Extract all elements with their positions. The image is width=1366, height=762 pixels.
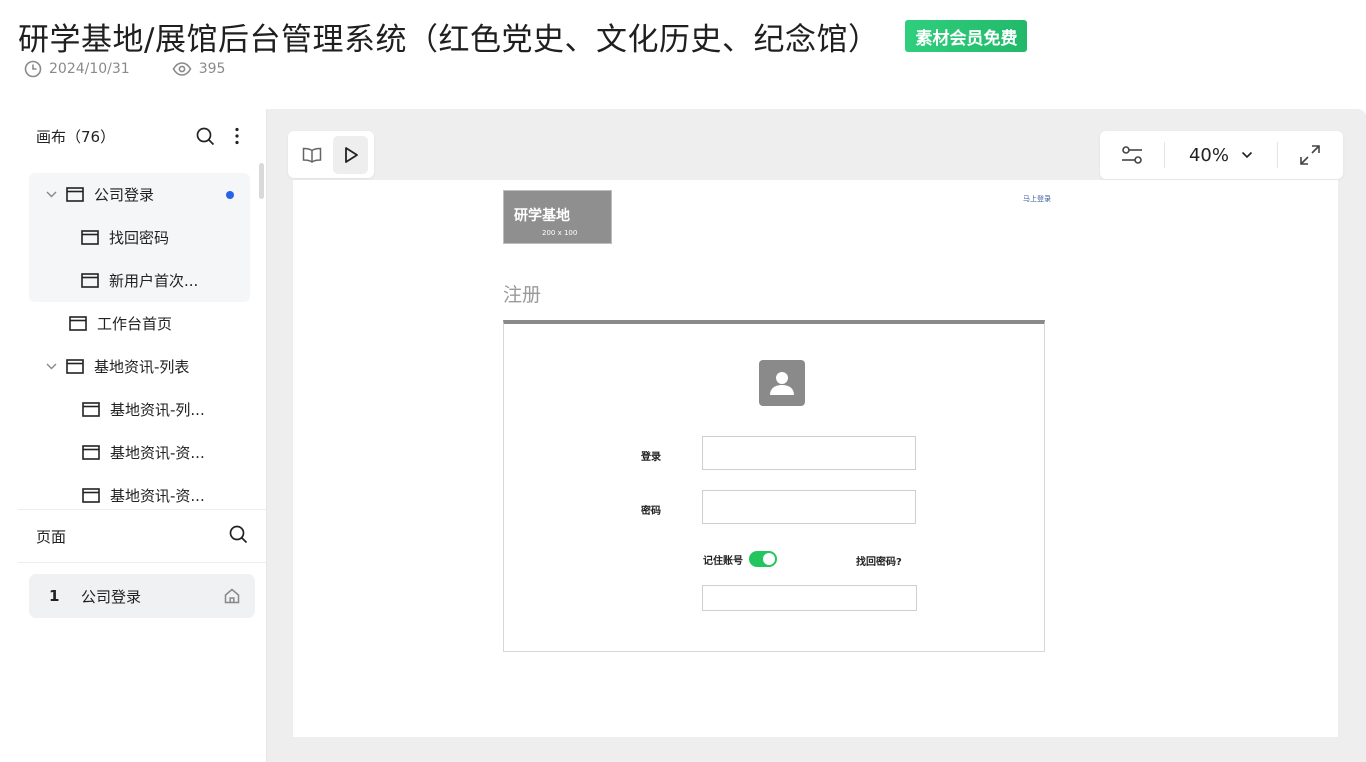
- page-icon: [66, 359, 84, 374]
- clock-icon: [24, 60, 42, 78]
- meta-row: 2024/10/31 395: [24, 60, 267, 78]
- search-icon: [229, 525, 248, 543]
- zoom-select[interactable]: 40%: [1165, 131, 1277, 179]
- home-icon[interactable]: [223, 587, 241, 605]
- tree-item-base-news-3[interactable]: 基地资讯-资...: [18, 474, 266, 509]
- views-meta: 395: [172, 61, 226, 77]
- member-free-badge[interactable]: 素材会员免费: [905, 20, 1028, 52]
- tree-item-base-news-1[interactable]: 基地资讯-列...: [18, 388, 266, 431]
- tree-item-label: 新用户首次...: [109, 272, 199, 290]
- page-icon: [69, 316, 87, 331]
- search-canvas-button[interactable]: [194, 125, 216, 147]
- view-settings-toolbar: 40%: [1100, 131, 1343, 179]
- eye-icon: [172, 62, 192, 76]
- page-row-company-login[interactable]: 1 公司登录: [29, 574, 255, 618]
- tree-item-label: 公司登录: [94, 186, 155, 204]
- tree-item-base-news-2[interactable]: 基地资讯-资...: [18, 431, 266, 474]
- book-view-button[interactable]: [294, 136, 329, 174]
- title-row: 研学基地/展馆后台管理系统（红色党史、文化历史、纪念馆） 素材会员免费: [18, 14, 1028, 58]
- logo-size: 200 x 100: [542, 229, 578, 237]
- publish-date: 2024/10/31: [49, 61, 130, 77]
- tree-item-label: 基地资讯-资...: [110, 487, 205, 505]
- search-pages-button[interactable]: [229, 525, 248, 548]
- tree-item-label: 基地资讯-资...: [110, 444, 205, 462]
- pages-label: 页面: [36, 527, 67, 546]
- sliders-icon: [1122, 146, 1142, 164]
- preview-stage: 40% 研学基地 200 x 100 马上登录 注册 登录 密码 记住账号 找回…: [267, 109, 1366, 762]
- tree-group-company-login: 公司登录 找回密码 新用户首次...: [29, 173, 250, 302]
- active-dot: [226, 191, 234, 199]
- chevron-down-icon: [1241, 151, 1253, 159]
- remember-toggle[interactable]: [749, 551, 777, 567]
- expand-icon: [1300, 145, 1320, 165]
- tree-item-find-password[interactable]: 找回密码: [29, 216, 250, 259]
- adjust-settings-button[interactable]: [1100, 131, 1164, 179]
- date-meta: 2024/10/31: [24, 60, 130, 78]
- avatar: [759, 360, 805, 406]
- page-title: 研学基地/展馆后台管理系统（红色党史、文化历史、纪念馆）: [18, 21, 880, 58]
- remember-label: 记住账号: [703, 555, 743, 567]
- page-icon: [81, 273, 99, 288]
- submit-button[interactable]: [702, 585, 917, 611]
- fullscreen-button[interactable]: [1278, 131, 1342, 179]
- page-icon: [82, 402, 100, 417]
- chevron-down-icon[interactable]: [44, 363, 58, 370]
- search-icon: [196, 127, 214, 145]
- tree-item-company-login[interactable]: 公司登录: [29, 173, 250, 216]
- login-input[interactable]: [702, 436, 916, 470]
- tree-item-workbench[interactable]: 工作台首页: [18, 302, 266, 345]
- canvas-tree: 公司登录 找回密码 新用户首次... 工作台首页 基地资讯-列表 基地资讯-列.…: [18, 163, 266, 509]
- login-label: 登录: [641, 452, 661, 463]
- page-icon: [82, 445, 100, 460]
- view-mode-toolbar: [288, 131, 374, 178]
- register-form: 登录 密码 记住账号 找回密码?: [503, 320, 1045, 652]
- page-icon: [66, 187, 84, 202]
- login-now-link[interactable]: 马上登录: [1023, 194, 1051, 204]
- tree-item-base-news-list[interactable]: 基地资讯-列表: [18, 345, 266, 388]
- register-title: 注册: [503, 284, 542, 306]
- view-count: 395: [198, 61, 226, 77]
- more-options-button[interactable]: [226, 125, 248, 147]
- canvas-count-label: 画布（76）: [36, 127, 116, 146]
- password-label: 密码: [641, 506, 661, 517]
- password-input[interactable]: [702, 490, 916, 524]
- page-icon: [81, 230, 99, 245]
- page-label: 公司登录: [81, 587, 142, 606]
- forgot-password-link[interactable]: 找回密码?: [856, 553, 902, 568]
- tree-item-label: 工作台首页: [97, 315, 173, 333]
- canvas-list-header: 画布（76）: [18, 109, 266, 163]
- logo-title: 研学基地: [514, 208, 570, 224]
- page-number: 1: [49, 587, 60, 605]
- page-icon: [82, 488, 100, 503]
- chevron-down-icon[interactable]: [44, 191, 58, 198]
- remember-account: 记住账号: [703, 551, 777, 567]
- zoom-value: 40%: [1188, 144, 1229, 166]
- logo-placeholder: 研学基地 200 x 100: [503, 190, 612, 244]
- tree-item-label: 找回密码: [109, 229, 170, 247]
- tree-item-label: 基地资讯-列...: [110, 401, 205, 419]
- book-open-icon: [302, 147, 321, 163]
- play-icon: [344, 146, 358, 163]
- user-icon: [770, 372, 794, 395]
- tree-item-label: 基地资讯-列表: [94, 358, 190, 376]
- prototype-canvas: 研学基地 200 x 100 马上登录 注册 登录 密码 记住账号 找回密码?: [293, 180, 1338, 737]
- more-vertical-icon: [235, 127, 239, 145]
- play-preview-button[interactable]: [333, 135, 368, 174]
- sidebar: 画布（76） 公司登录 找回密码 新用户首次... 工作台首页 基地资讯-列表 …: [18, 109, 267, 762]
- pages-header: 页面: [18, 510, 266, 563]
- tree-item-new-user[interactable]: 新用户首次...: [29, 259, 250, 302]
- tree-scrollbar[interactable]: [259, 163, 264, 199]
